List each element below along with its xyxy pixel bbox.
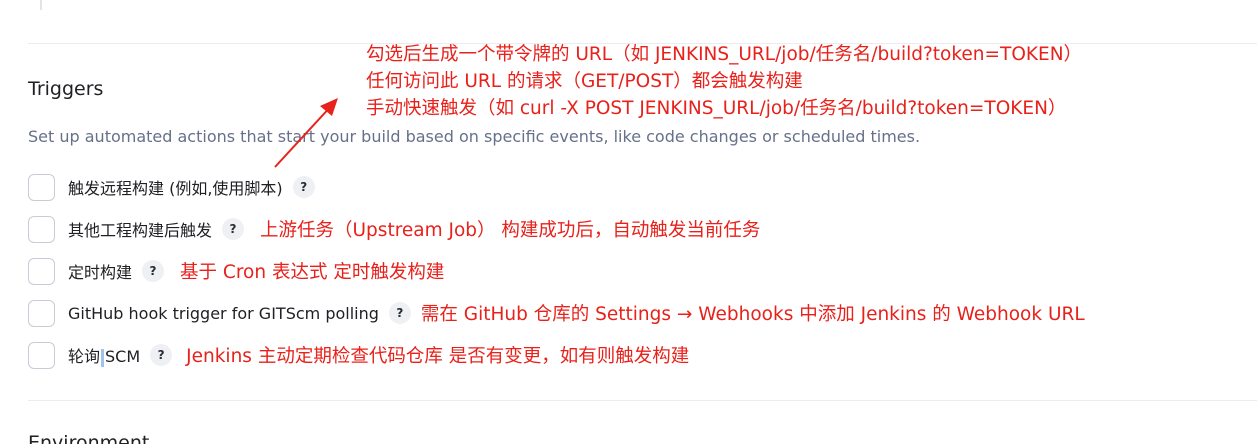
divider-bottom: [28, 400, 1257, 401]
next-section-heading: Environment: [28, 432, 150, 444]
callout-arrow-icon: [274, 98, 338, 168]
